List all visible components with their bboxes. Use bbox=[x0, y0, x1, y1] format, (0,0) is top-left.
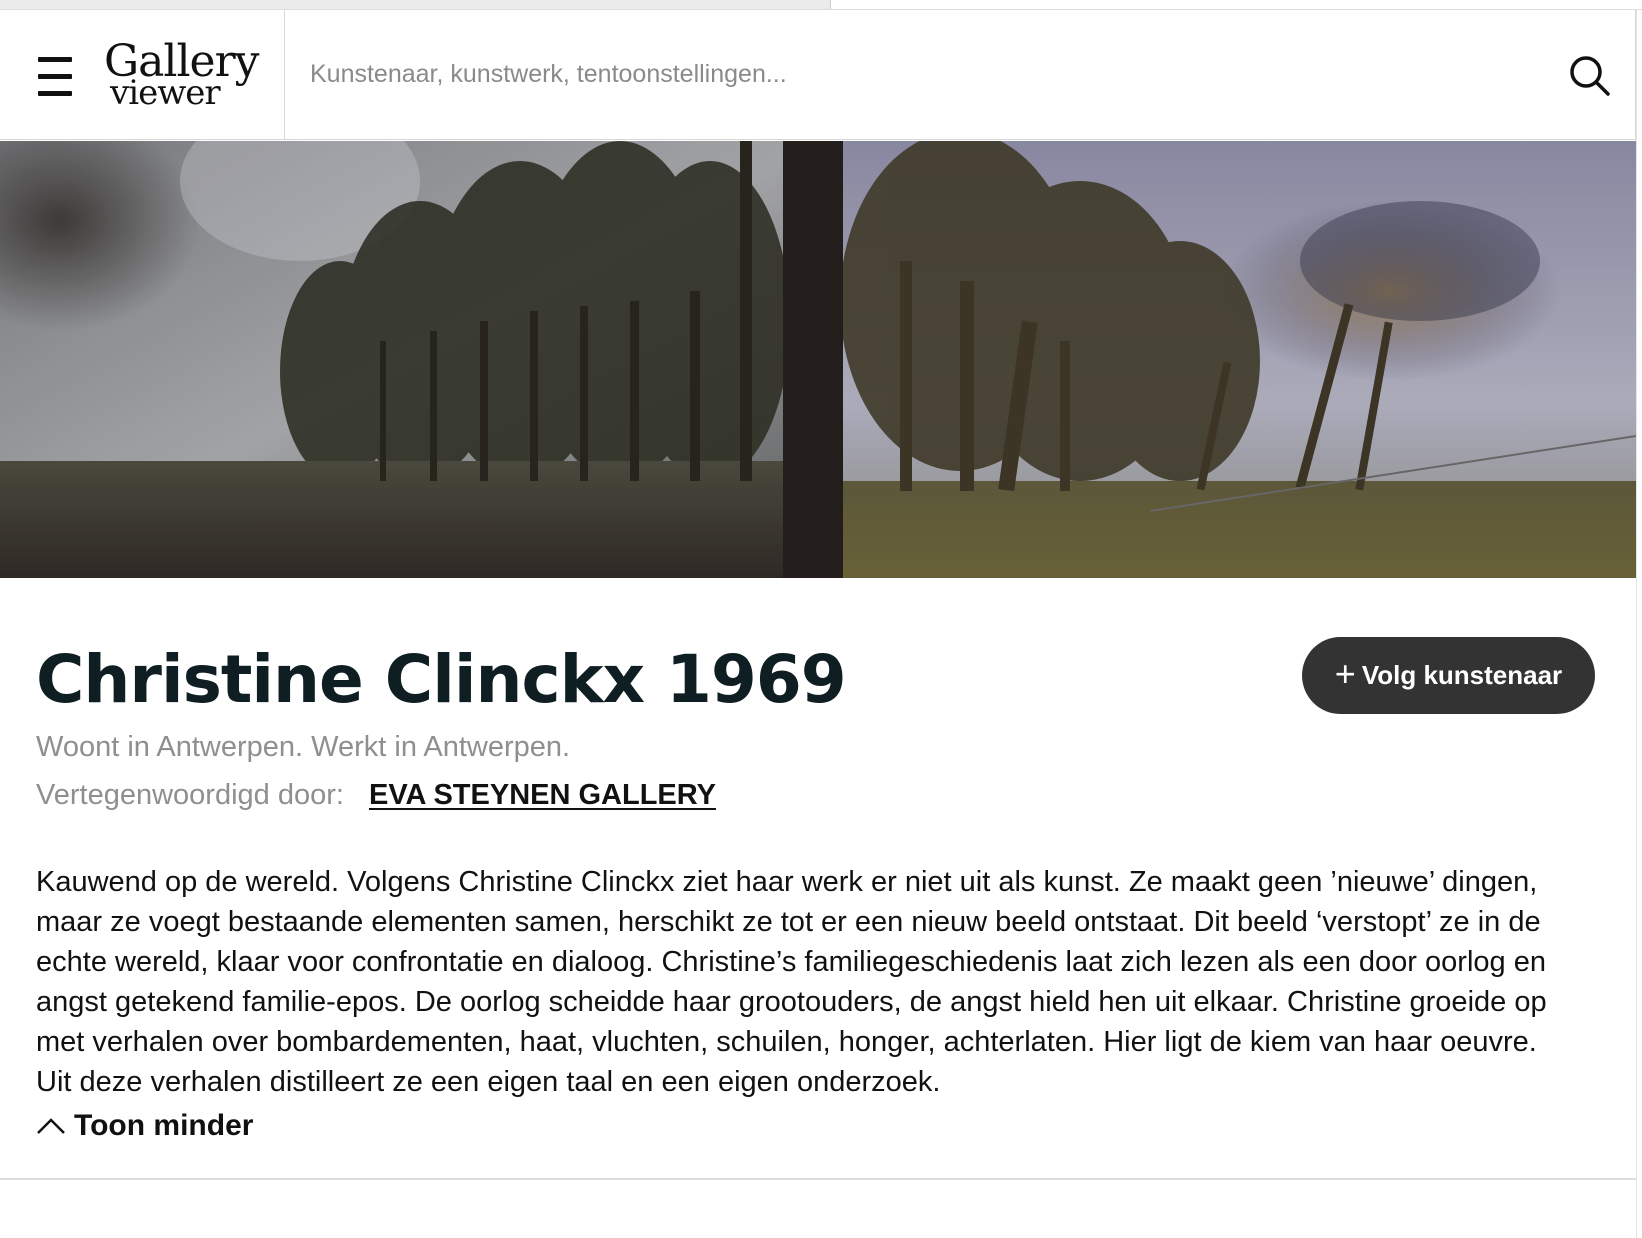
bio-line: met verhalen over bombardementen, haat, … bbox=[36, 1026, 1537, 1058]
menu-bar bbox=[38, 74, 72, 79]
cover-artwork bbox=[0, 141, 1636, 578]
bio-line: Uit deze verhalen distilleert ze een eig… bbox=[36, 1066, 941, 1098]
search-input[interactable] bbox=[310, 48, 1540, 100]
plus-icon: + bbox=[1334, 653, 1356, 694]
section-divider bbox=[0, 1178, 1636, 1180]
search-icon-svg bbox=[1570, 56, 1610, 96]
bio-line: angst getekend familie-epos. De oorlog s… bbox=[36, 986, 1547, 1018]
page: Gallery viewer Kunstenaar, kunstwerk, te… bbox=[0, 0, 1642, 1238]
tab-divider bbox=[830, 0, 831, 9]
follow-artist-button[interactable]: + Volg kunstenaar bbox=[1302, 637, 1595, 714]
gallery-link[interactable]: EVA STEYNEN GALLERY bbox=[369, 779, 716, 812]
bio-line: echte wereld, klaar voor confrontatie en… bbox=[36, 946, 1546, 978]
artist-biography: Kauwend op de wereld. Volgens Christine … bbox=[36, 862, 1606, 1102]
show-less-toggle[interactable]: Toon minder bbox=[36, 1106, 253, 1146]
artist-location: Woont in Antwerpen. Werkt in Antwerpen. bbox=[36, 731, 571, 763]
menu-bar bbox=[38, 91, 72, 96]
chevron-up-icon bbox=[37, 1118, 65, 1134]
follow-artist-label: Volg kunstenaar bbox=[1361, 660, 1563, 690]
browser-top-strip bbox=[0, 0, 1642, 10]
bio-line: maar ze voegt bestaande elementen samen,… bbox=[36, 906, 1541, 938]
hamburger-menu-icon[interactable] bbox=[38, 55, 72, 101]
menu-bar bbox=[38, 57, 72, 62]
artist-name: Christine Clinckx 1969 bbox=[36, 641, 847, 718]
show-less-label: Toon minder bbox=[74, 1109, 254, 1142]
artist-cover-image bbox=[0, 141, 1636, 578]
bio-line: Kauwend op de wereld. Volgens Christine … bbox=[36, 866, 1538, 898]
page-edge bbox=[1636, 10, 1637, 1238]
site-header: Gallery viewer bbox=[0, 10, 1636, 140]
tab-strip-segment bbox=[0, 0, 830, 9]
gallery-viewer-logo[interactable]: Gallery viewer bbox=[104, 40, 264, 120]
header-divider bbox=[284, 10, 285, 140]
logo-line-2: viewer bbox=[110, 73, 221, 113]
represented-by-label: Vertegenwoordigd door: bbox=[36, 779, 344, 811]
search-icon[interactable] bbox=[1566, 52, 1614, 100]
